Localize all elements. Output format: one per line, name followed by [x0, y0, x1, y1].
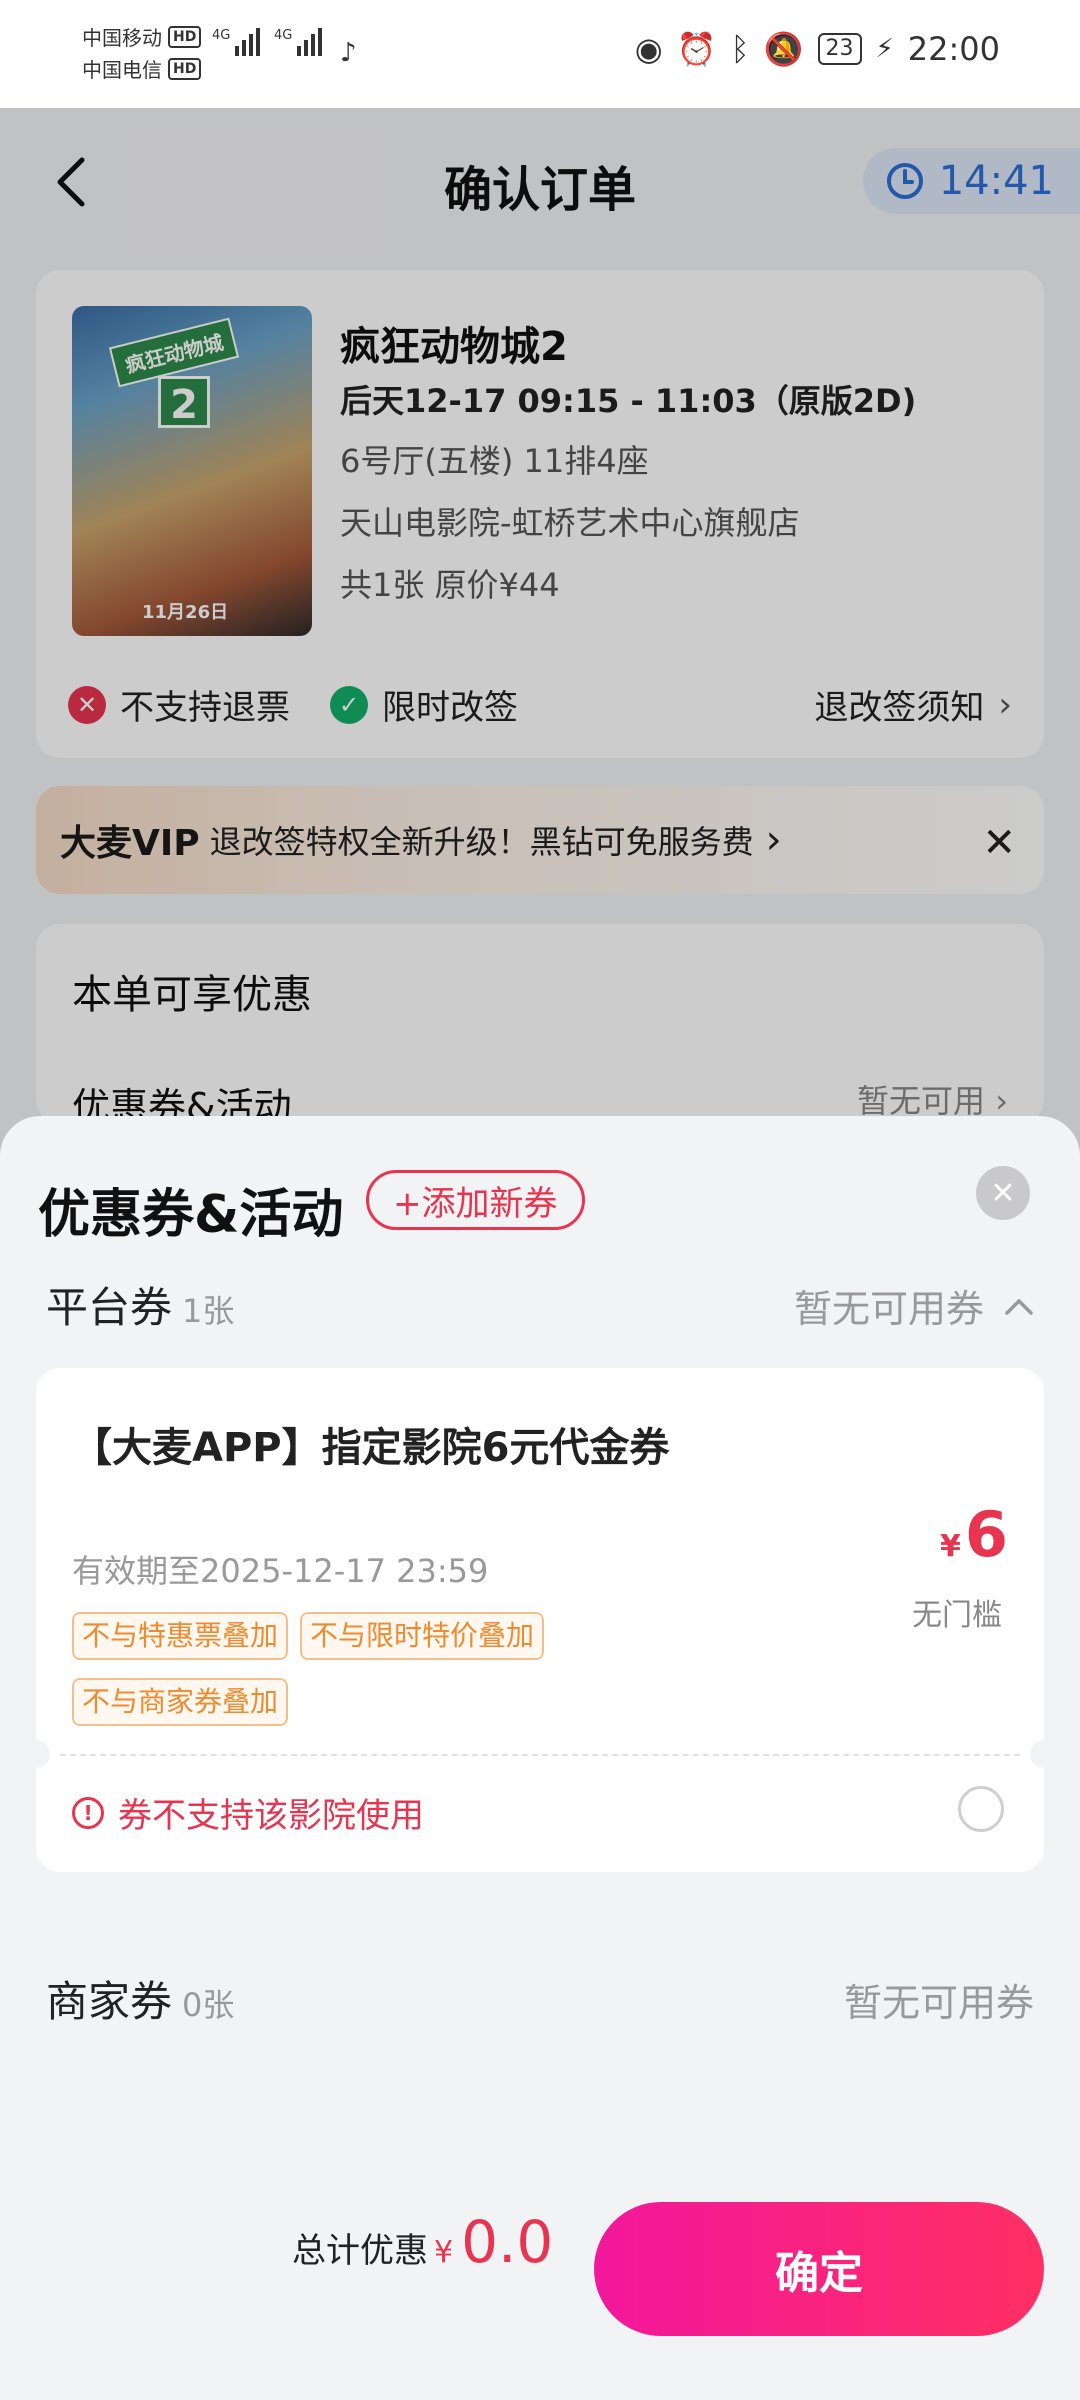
battery-icon: 23: [817, 33, 862, 65]
coupon-tag: 不与特惠票叠加: [72, 1612, 289, 1660]
coupon-notch: [22, 1740, 50, 1768]
warning-icon: !: [72, 1796, 104, 1829]
signal-icon: 4G: [212, 28, 261, 56]
platform-coupons-count: 1张: [182, 1292, 235, 1330]
total-discount: 总计优惠 ¥ 0.0: [292, 2208, 553, 2276]
close-button[interactable]: ✕: [976, 1166, 1030, 1220]
coupon-warning: ! 券不支持该影院使用: [72, 1788, 424, 1837]
eye-icon: ◉: [634, 30, 663, 68]
sheet-title: 优惠券&活动: [38, 1185, 344, 1245]
carrier-2: 中国电信 HD: [82, 54, 202, 83]
coupon-divider: [60, 1754, 1020, 1756]
coupon-select-radio[interactable]: [958, 1786, 1004, 1832]
hd-badge: HD: [168, 57, 202, 80]
coupon-validity: 有效期至2025-12-17 23:59: [72, 1552, 489, 1590]
close-icon: ✕: [990, 1175, 1016, 1211]
platform-coupons-title: 平台券: [46, 1283, 173, 1332]
carrier-2-name: 中国电信: [82, 58, 162, 82]
merchant-coupons-header: 商家券 0张 暂无可用券: [46, 1968, 1034, 2029]
platform-coupons-status: 暂无可用券: [794, 1278, 1034, 1333]
status-bar: 中国移动 HD 中国电信 HD 4G 4G ♪ ◉ ⏰ ᛒ 🔕 23 ⚡ 22:…: [0, 0, 1080, 108]
coupon-sheet: 优惠券&活动 +添加新券 ✕ 平台券 1张 暂无可用券 【大麦APP】指定影院6…: [0, 1116, 1080, 2400]
coupon-amount: ¥ 6: [940, 1498, 1008, 1571]
network-label: 4G: [274, 28, 293, 43]
coupon-warning-text: 券不支持该影院使用: [118, 1796, 424, 1836]
total-currency: ¥: [434, 2235, 454, 2270]
add-coupon-button[interactable]: +添加新券: [366, 1170, 585, 1230]
merchant-coupons-title: 商家券: [46, 1977, 173, 2026]
coupon-tag: 不与限时特价叠加: [300, 1612, 545, 1660]
coupon-threshold: 无门槛: [912, 1598, 1002, 1633]
charging-icon: ⚡: [875, 34, 894, 64]
coupon-notch: [1030, 1740, 1058, 1768]
signal-icon: 4G: [274, 28, 323, 56]
coupon-currency: ¥: [939, 1529, 961, 1564]
sheet-footer: 总计优惠 ¥ 0.0 确定: [0, 2156, 1080, 2400]
platform-coupons-header[interactable]: 平台券 1张 暂无可用券: [46, 1274, 1034, 1335]
clock: 22:00: [907, 30, 1000, 68]
hd-badge: HD: [168, 25, 202, 48]
alarm-icon: ⏰: [676, 30, 717, 68]
carrier-1-name: 中国移动: [82, 26, 162, 50]
platform-status-text: 暂无可用券: [793, 1287, 984, 1331]
status-icons: ◉ ⏰ ᛒ 🔕 23 ⚡ 22:00: [635, 30, 1000, 68]
coupon-value: 6: [964, 1498, 1008, 1571]
confirm-button[interactable]: 确定: [594, 2202, 1044, 2336]
total-label: 总计优惠: [292, 2231, 428, 2271]
coupon-name: 【大麦APP】指定影院6元代金券: [72, 1425, 670, 1471]
bluetooth-icon: ᛒ: [730, 30, 750, 68]
merchant-coupons-count: 0张: [182, 1986, 235, 2024]
coupon-card[interactable]: 【大麦APP】指定影院6元代金券 有效期至2025-12-17 23:59 不与…: [22, 1368, 1058, 1872]
merchant-coupons-status: 暂无可用券: [843, 1981, 1034, 2025]
coupon-tag: 不与商家券叠加: [72, 1678, 289, 1726]
notification-icon: ♪: [340, 38, 357, 68]
chevron-up-icon: [1005, 1298, 1033, 1315]
mute-icon: 🔕: [763, 30, 804, 68]
coupon-tags: 不与特惠票叠加 不与限时特价叠加 不与商家券叠加: [72, 1612, 712, 1726]
total-value: 0.0: [461, 2208, 554, 2276]
carrier-1: 中国移动 HD: [82, 22, 202, 51]
network-label: 4G: [212, 28, 231, 43]
